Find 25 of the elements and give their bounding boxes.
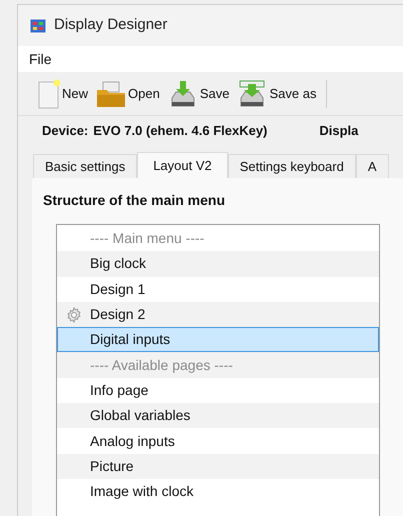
disk-download-icon xyxy=(237,80,268,108)
menu-list-item[interactable]: Picture xyxy=(57,454,379,479)
folder-icon xyxy=(96,80,126,108)
device-label: Device: xyxy=(42,122,88,140)
gear-icon xyxy=(66,306,82,323)
menu-structure-list[interactable]: ---- Main menu ---- Big clock Design 1 Design 2 Digital inputs ---- Available pages ---- Info page Global variables Analog inputs Picture Image with clock xyxy=(56,224,380,516)
device-value: EVO 7.0 (ehem. 4.6 FlexKey) xyxy=(93,122,268,140)
tab[interactable]: A xyxy=(356,154,388,178)
tab[interactable]: Layout V2 xyxy=(137,152,228,178)
blank-page-icon xyxy=(38,78,60,108)
app-icon xyxy=(30,18,46,32)
tab[interactable]: Basic settings xyxy=(33,154,138,178)
toolbar-button[interactable]: New xyxy=(38,78,88,108)
display-label: Displa xyxy=(319,122,358,140)
window-title: Display Designer xyxy=(54,15,168,36)
menu-list-item[interactable]: Design 2 xyxy=(57,302,379,328)
toolbar-button[interactable]: Save as xyxy=(237,80,316,108)
menu-list-item[interactable]: Digital inputs xyxy=(57,327,379,352)
tab[interactable]: Settings keyboard xyxy=(228,154,356,178)
menu-list-item[interactable]: Global variables xyxy=(57,403,379,428)
toolbar-button[interactable]: Open xyxy=(96,80,160,108)
menu-item[interactable]: File xyxy=(29,48,60,70)
menu-list-item[interactable]: Big clock xyxy=(57,251,379,277)
toolbar-button[interactable]: Save xyxy=(168,80,230,108)
section-title: Structure of the main menu xyxy=(43,191,226,210)
